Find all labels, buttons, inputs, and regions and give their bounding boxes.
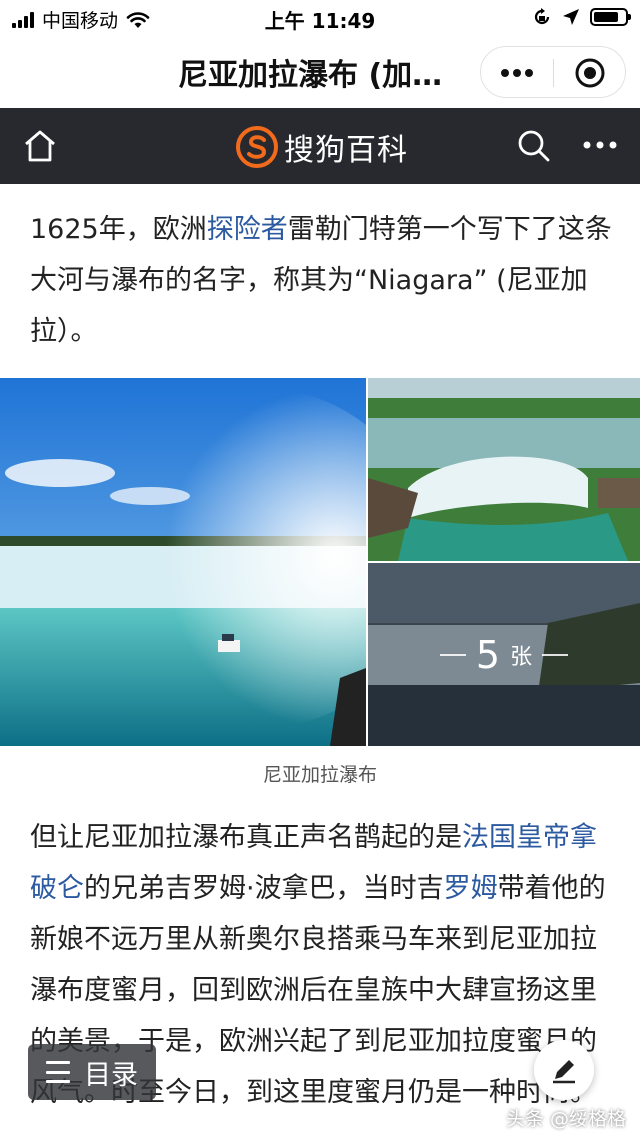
search-icon[interactable]: [516, 128, 552, 164]
pencil-icon: [553, 1060, 575, 1084]
orientation-lock-icon: [534, 8, 550, 25]
more-button[interactable]: [481, 47, 553, 99]
gallery-image-main[interactable]: [0, 378, 366, 746]
list-icon: [46, 1061, 70, 1083]
link-jerome[interactable]: 罗姆: [444, 873, 498, 904]
battery-icon: [590, 8, 631, 26]
more-icon[interactable]: [580, 130, 620, 160]
brand-name: 搜狗百科: [284, 133, 408, 168]
gallery-count-overlay[interactable]: 5 张: [368, 563, 640, 746]
watermark: 头条 @绥格格: [505, 1108, 626, 1130]
site-header: 搜狗百科: [0, 108, 640, 184]
location-icon: [563, 9, 579, 25]
target-icon: [575, 58, 605, 88]
image-gallery[interactable]: 5 张: [0, 378, 640, 746]
more-dots-icon: [501, 69, 533, 77]
close-miniprogram-button[interactable]: [554, 47, 626, 99]
toc-label: 目录: [84, 1059, 138, 1091]
article-paragraph: 1625年，欧洲探险者雷勒门特第一个写下了这条大河与瀑布的名字，称其为“Niag…: [30, 214, 612, 347]
link-explorer[interactable]: 探险者: [207, 214, 288, 245]
edit-button[interactable]: [534, 1040, 594, 1100]
page-title: 尼亚加拉瀑布 (加…: [178, 58, 443, 93]
gallery-count: 5: [475, 632, 501, 677]
status-bar: 中国移动 上午 11:49: [0, 0, 640, 36]
sogou-logo-icon: [236, 126, 278, 168]
home-icon[interactable]: [22, 128, 58, 164]
capsule-menu: [480, 46, 626, 98]
table-of-contents-button[interactable]: 目录: [28, 1044, 156, 1100]
image-caption: 尼亚加拉瀑布: [262, 764, 377, 786]
gallery-image-top[interactable]: [368, 378, 640, 561]
gallery-count-unit: 张: [510, 644, 533, 670]
brand-logo: 搜狗百科: [236, 125, 408, 169]
title-bar: 尼亚加拉瀑布 (加…: [0, 36, 640, 108]
